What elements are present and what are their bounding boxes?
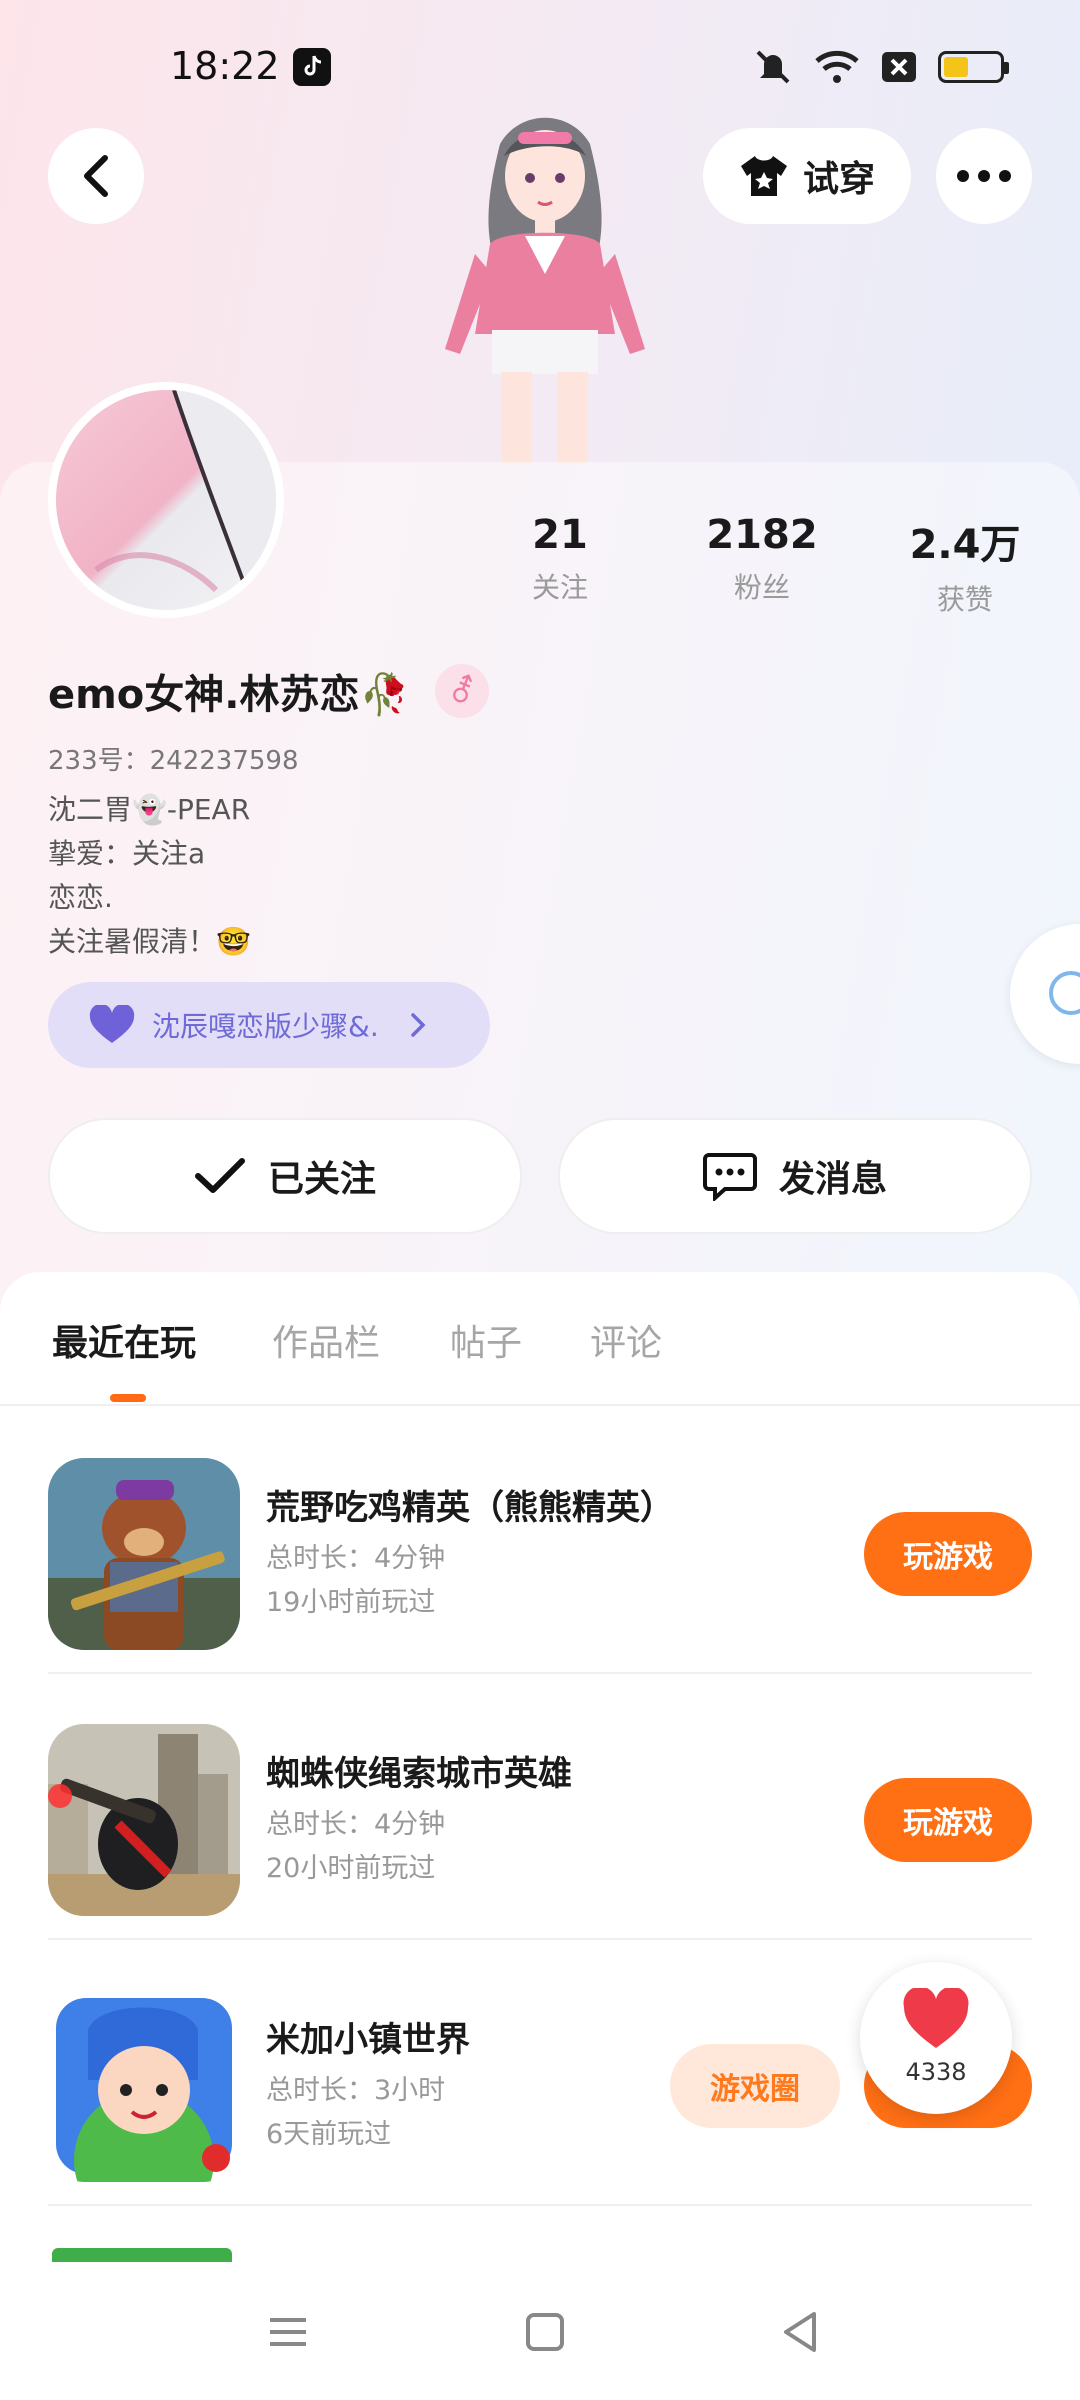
next-game-icon-partial [52,2248,232,2262]
game-name: 荒野吃鸡精英（熊熊精英） [266,1488,674,1528]
content-panel: 最近在玩 作品栏 帖子 评论 荒野吃鸡精英（熊熊精英） 总时长：4分钟 19小时… [0,1272,1080,2400]
checkmark-icon [194,1158,245,1193]
more-button[interactable] [936,128,1032,224]
mute-icon [756,50,790,84]
stat-likes-label: 获赞 [936,583,993,616]
purple-heart-icon [89,1005,135,1043]
profile-avatar[interactable] [48,382,284,618]
back-button[interactable] [48,128,144,224]
game-icon-spider-hero[interactable] [48,1724,240,1916]
stat-following[interactable]: 21 关注 [520,512,600,606]
tab-comments[interactable]: 评论 [590,1314,662,1366]
tiktok-notification-icon [293,48,331,86]
bio-line: 恋恋. [48,881,113,914]
status-icons [752,46,1009,88]
game-duration: 总时长：4分钟 [266,1543,446,1574]
send-message-button[interactable]: 发消息 [558,1118,1032,1234]
tab-works[interactable]: 作品栏 [272,1314,380,1366]
game-last-played: 20小时前玩过 [266,1853,436,1884]
profile-bio: 沈二胃👻-PEAR 挚爱：关注a 恋恋. 关注暑假清！🤓 [48,788,251,964]
stat-fans-value: 2182 [706,512,818,558]
profile-nickname: emo女神.林苏恋🥀 [48,672,410,718]
tab-posts[interactable]: 帖子 [450,1314,522,1366]
game-list-item[interactable]: 荒野吃鸡精英（熊熊精英） 总时长：4分钟 19小时前玩过 玩游戏 [48,1408,1032,1674]
home-icon[interactable] [515,2302,575,2362]
stat-following-value: 21 [532,512,588,558]
wifi-icon [815,50,859,83]
bio-line: 关注暑假清！🤓 [48,925,251,958]
stat-likes-value: 2.4万 [909,522,1021,568]
back-triangle-icon[interactable] [772,2302,832,2362]
active-tab-indicator [110,1394,146,1402]
bio-line: 挚爱：关注a [48,837,206,870]
stat-following-label: 关注 [531,571,588,604]
game-duration: 总时长：3小时 [266,2075,446,2106]
play-game-button[interactable]: 玩游戏 [864,1778,1032,1862]
like-float-button[interactable]: 4338 [860,1962,1012,2114]
play-game-button[interactable]: 玩游戏 [864,1512,1032,1596]
shirt-icon [740,156,787,196]
game-duration: 总时长：4分钟 [266,1809,446,1840]
try-on-button[interactable]: 试穿 [703,128,911,224]
followed-button[interactable]: 已关注 [48,1118,522,1234]
tab-recently-played[interactable]: 最近在玩 [52,1314,196,1366]
game-icon-bear-shooter[interactable] [48,1458,240,1650]
side-float-icon [1049,971,1080,1015]
try-on-label: 试穿 [802,159,875,200]
profile-uid: 233号：242237598 [48,746,299,776]
game-circle-button[interactable]: 游戏圈 [670,2044,840,2128]
no-sim-icon [882,52,916,82]
chevron-right-icon [411,1013,426,1037]
battery-icon [938,51,1009,83]
stat-likes[interactable]: 2.4万 获赞 [900,512,1030,618]
gender-female-icon: ⚦ [435,664,490,718]
game-name: 米加小镇世界 [266,2020,470,2060]
followed-label: 已关注 [267,1159,376,1200]
club-label: 沈辰嘎恋版少骤&. [152,1010,379,1043]
game-list-item[interactable]: 蜘蛛侠绳索城市英雄 总时长：4分钟 20小时前玩过 玩游戏 [48,1674,1032,1940]
stat-fans[interactable]: 2182 粉丝 [700,512,824,606]
like-count: 4338 [905,2058,967,2086]
stat-fans-label: 粉丝 [733,571,790,604]
send-message-label: 发消息 [778,1159,887,1200]
row-divider [48,2204,1032,2206]
game-last-played: 6天前玩过 [266,2119,392,2150]
menu-icon[interactable] [258,2302,318,2362]
club-link-pill[interactable]: 沈辰嘎恋版少骤&. [48,982,490,1068]
game-icon-miga-town[interactable] [48,1990,240,2182]
more-dots-icon [957,170,1011,182]
avatar-character-image[interactable] [430,104,660,464]
game-name: 蜘蛛侠绳索城市英雄 [266,1754,572,1794]
system-navigation-bar [0,2262,1080,2400]
chevron-left-icon [84,155,108,197]
profile-nickname-row: emo女神.林苏恋🥀 ⚦ [48,662,490,720]
tab-bar: 最近在玩 作品栏 帖子 评论 [0,1272,1080,1406]
game-last-played: 19小时前玩过 [266,1587,436,1618]
heart-icon [903,1988,969,2048]
bio-line: 沈二胃👻-PEAR [48,793,251,826]
status-time: 18:22 [170,44,280,88]
chat-bubble-icon [702,1153,757,1201]
